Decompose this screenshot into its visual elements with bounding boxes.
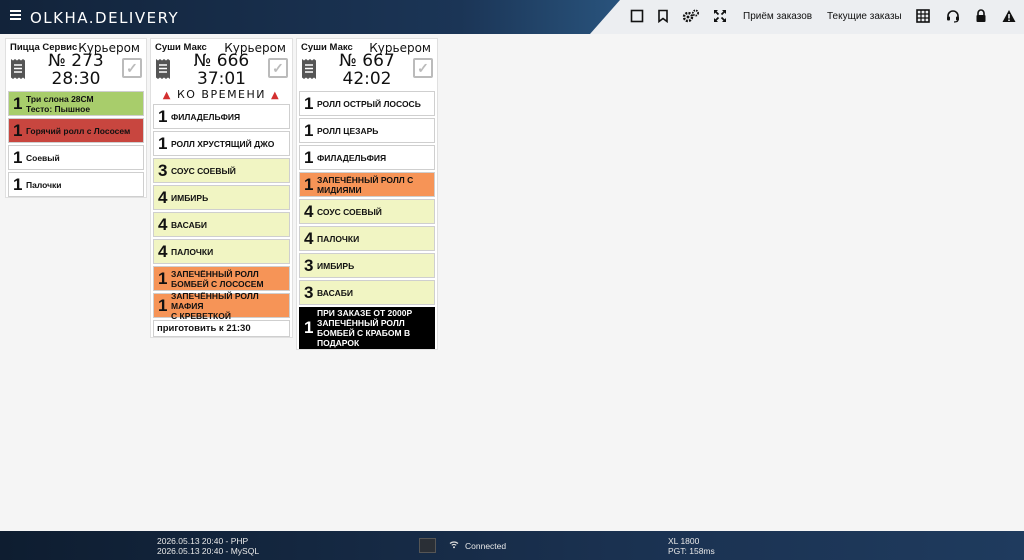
menu-icon[interactable]	[10, 10, 21, 22]
item-qty: 1	[158, 133, 168, 153]
gears-icon[interactable]	[682, 9, 700, 25]
order-card[interactable]: Пицца Сервис Курьером № 273 28:30 ✓ 1 Тр…	[5, 38, 147, 198]
order-item[interactable]: 4 ПАЛОЧКИ	[153, 239, 290, 264]
item-qty: 1	[13, 147, 23, 167]
grid-icon[interactable]	[915, 9, 931, 25]
item-name: Палочки	[26, 179, 62, 190]
item-qty: 4	[158, 214, 168, 234]
item-qty: 4	[304, 201, 314, 221]
item-name: ВАСАБИ	[171, 219, 207, 230]
order-header: Пицца Сервис Курьером № 273 28:30 ✓	[6, 39, 146, 91]
item-qty: 3	[304, 282, 314, 302]
item-name: ИМБИРЬ	[317, 260, 355, 271]
bookmark-icon[interactable]	[655, 9, 671, 25]
item-qty: 4	[158, 187, 168, 207]
order-item[interactable]: 3 СОУС СОЕВЫЙ	[153, 158, 290, 183]
item-qty: 1	[304, 318, 314, 337]
item-qty: 1	[304, 174, 314, 194]
order-item[interactable]: 1 Палочки	[8, 172, 144, 197]
order-item[interactable]: 4 ВАСАБИ	[153, 212, 290, 237]
item-name: Горячий ролл с Лососем	[26, 125, 131, 136]
nav-order-intake[interactable]: Приём заказов	[743, 11, 812, 22]
pgt-value: PGT: 158ms	[668, 546, 715, 556]
order-item[interactable]: 1 РОЛЛ ОСТРЫЙ ЛОСОСЬ	[299, 91, 435, 116]
complete-checkbox[interactable]: ✓	[122, 58, 142, 78]
order-item[interactable]: 3 ИМБИРЬ	[299, 253, 435, 278]
item-name: РОЛЛ ХРУСТЯЩИЙ ДЖО	[171, 138, 275, 149]
item-qty: 1	[13, 174, 23, 194]
item-name: Три слона 28СМ Тесто: Пышное	[26, 93, 94, 114]
item-name: ПАЛОЧКИ	[317, 233, 360, 244]
item-qty: 4	[158, 241, 168, 261]
php-time: 2026.05.13 20:40 - PHP	[157, 536, 249, 546]
item-name: РОЛЛ ЦЕЗАРЬ	[317, 125, 379, 136]
item-qty: 1	[304, 120, 314, 140]
item-qty: 1	[158, 295, 168, 315]
item-qty: 4	[304, 228, 314, 248]
mysql-time: 2026.05.13 20:40 - MySQL	[157, 546, 260, 556]
item-name: ФИЛАДЕЛЬФИЯ	[171, 111, 241, 122]
item-qty: 1	[158, 268, 168, 288]
item-name: Соевый	[26, 152, 60, 163]
status-footer: 2026.05.13 20:40 - PHP 2026.05.13 20:40 …	[0, 531, 1024, 560]
order-card[interactable]: Суши Макс Курьером № 667 42:02 ✓ 1 РОЛЛ …	[296, 38, 438, 350]
order-item[interactable]: 1 ЗАПЕЧЁННЫЙ РОЛЛ БОМБЕЙ С ЛОСОСЕМ	[153, 266, 290, 291]
order-header: Суши Макс Курьером № 666 37:01 ✓	[151, 39, 292, 88]
app-logo[interactable]: OLKHA.DELIVERY	[30, 9, 179, 27]
order-item[interactable]: 1 ЗАПЕЧЁННЫЙ РОЛЛ МАФИЯ С КРЕВЕТКОЙ	[153, 290, 290, 321]
item-qty: 1	[304, 93, 314, 113]
item-name: ПРИ ЗАКАЗЕ ОТ 2000Р ЗАПЕЧЁННЫЙ РОЛЛ БОМБ…	[317, 308, 413, 348]
order-item[interactable]: 4 СОУС СОЕВЫЙ	[299, 199, 435, 224]
timed-order-banner: ▲ КО ВРЕМЕНИ ▲	[151, 88, 292, 102]
nav-current-orders[interactable]: Текущие заказы	[827, 11, 902, 22]
order-item[interactable]: 4 ПАЛОЧКИ	[299, 226, 435, 251]
item-name: ФИЛАДЕЛЬФИЯ	[317, 152, 387, 163]
order-item[interactable]: 1 ПРИ ЗАКАЗЕ ОТ 2000Р ЗАПЕЧЁННЫЙ РОЛЛ БО…	[299, 307, 435, 349]
item-name: ЗАПЕЧЁННЫЙ РОЛЛ БОМБЕЙ С ЛОСОСЕМ	[171, 268, 264, 289]
square-icon[interactable]	[629, 9, 645, 25]
order-item[interactable]: 1 Соевый	[8, 145, 144, 170]
expand-icon[interactable]	[712, 9, 728, 25]
complete-checkbox[interactable]: ✓	[413, 58, 433, 78]
order-item[interactable]: 3 ВАСАБИ	[299, 280, 435, 305]
order-note: приготовить к 21:30	[153, 320, 290, 337]
headset-icon[interactable]	[945, 9, 961, 25]
warning-icon: ▲	[271, 90, 281, 101]
item-name: ЗАПЕЧЁННЫЙ РОЛЛ С МИДИЯМИ	[317, 174, 414, 195]
item-name: СОУС СОЕВЫЙ	[317, 206, 382, 217]
timed-label: КО ВРЕМЕНИ	[176, 88, 267, 101]
order-item[interactable]: 1 РОЛЛ ЦЕЗАРЬ	[299, 118, 435, 143]
item-name: ПАЛОЧКИ	[171, 246, 214, 257]
item-qty: 1	[304, 147, 314, 167]
connection-status: Connected	[465, 541, 507, 551]
server-icon	[419, 538, 436, 553]
item-qty: 3	[158, 160, 168, 180]
order-item[interactable]: 1 Три слона 28СМ Тесто: Пышное	[8, 91, 144, 116]
order-item[interactable]: 1 ЗАПЕЧЁННЫЙ РОЛЛ С МИДИЯМИ	[299, 172, 435, 197]
item-name: ВАСАБИ	[317, 287, 353, 298]
wifi-icon	[449, 540, 459, 551]
item-name: ЗАПЕЧЁННЫЙ РОЛЛ МАФИЯ С КРЕВЕТКОЙ	[171, 290, 259, 321]
warning-icon[interactable]	[1001, 9, 1017, 25]
order-item[interactable]: 1 РОЛЛ ХРУСТЯЩИЙ ДЖО	[153, 131, 290, 156]
top-bar: OLKHA.DELIVERY Приём заказов Текущие зак…	[0, 0, 1024, 34]
item-name: ИМБИРЬ	[171, 192, 209, 203]
item-name: СОУС СОЕВЫЙ	[171, 165, 236, 176]
warning-icon: ▲	[162, 90, 172, 101]
xl-value: XL 1800	[668, 536, 700, 546]
item-qty: 1	[13, 120, 23, 140]
item-qty: 3	[304, 255, 314, 275]
complete-checkbox[interactable]: ✓	[268, 58, 288, 78]
item-qty: 1	[158, 106, 168, 126]
order-card[interactable]: Суши Макс Курьером № 666 37:01 ✓ ▲ КО ВР…	[150, 38, 293, 338]
item-name: РОЛЛ ОСТРЫЙ ЛОСОСЬ	[317, 98, 421, 109]
order-item[interactable]: 1 ФИЛАДЕЛЬФИЯ	[153, 104, 290, 129]
order-item[interactable]: 1 ФИЛАДЕЛЬФИЯ	[299, 145, 435, 170]
order-header: Суши Макс Курьером № 667 42:02 ✓	[297, 39, 437, 91]
item-qty: 1	[13, 93, 23, 113]
order-item[interactable]: 4 ИМБИРЬ	[153, 185, 290, 210]
lock-icon[interactable]	[973, 9, 989, 25]
order-item[interactable]: 1 Горячий ролл с Лососем	[8, 118, 144, 143]
